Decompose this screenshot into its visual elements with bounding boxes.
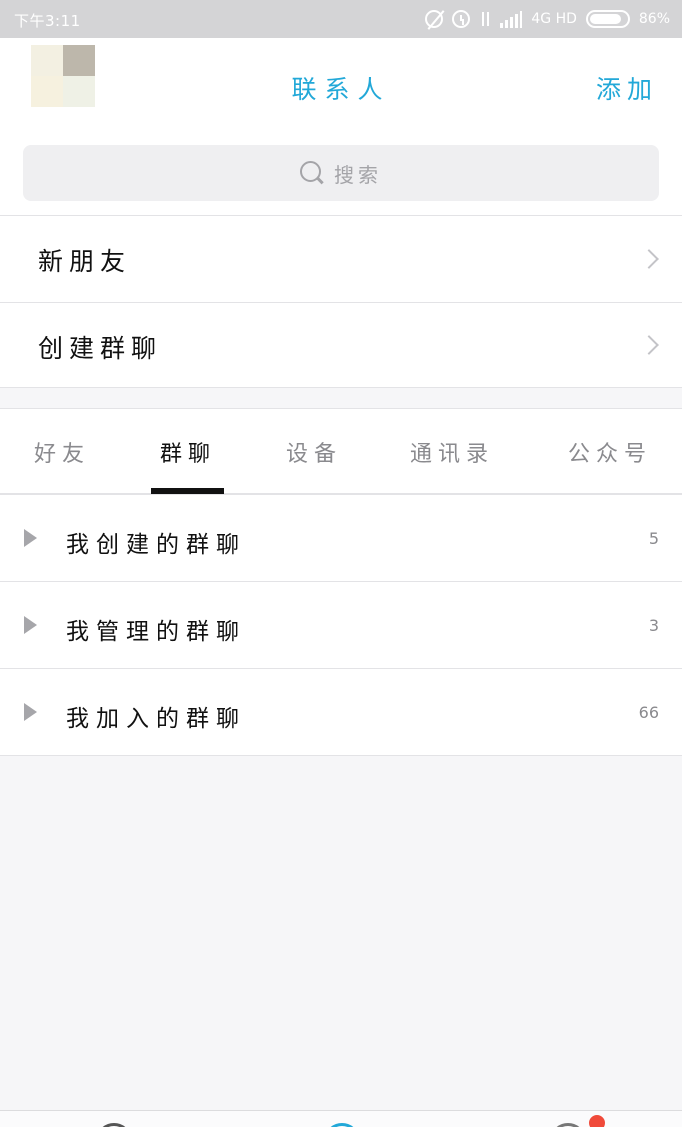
tab-friends[interactable]: 好友 (14, 409, 110, 495)
group-row-count: 5 (648, 529, 659, 548)
status-bar: 下午3:11 4G HD 86% (0, 0, 682, 38)
page-title: 联系人 (291, 75, 391, 104)
search-placeholder: 搜索 (334, 162, 382, 187)
status-icons: 4G HD 86% (425, 9, 670, 29)
tab-official-accounts[interactable]: 公众号 (550, 409, 670, 495)
chevron-right-icon (639, 335, 659, 355)
search-icon (300, 161, 324, 185)
group-row-label: 我创建的群聊 (66, 532, 246, 558)
search-bar[interactable]: 搜索 (23, 145, 659, 201)
notification-badge (589, 1115, 605, 1127)
messages-tab-icon[interactable] (96, 1123, 132, 1127)
tab-group-chats[interactable]: 群聊 (140, 409, 236, 495)
chevron-right-icon (639, 249, 659, 269)
create-group-row[interactable]: 创建群聊 (0, 302, 682, 388)
battery-percent: 86% (638, 11, 670, 27)
group-row-managed[interactable]: 我管理的群聊 3 (0, 581, 682, 668)
new-friends-row[interactable]: 新朋友 (0, 215, 682, 302)
group-row-created[interactable]: 我创建的群聊 5 (0, 494, 682, 581)
tab-devices[interactable]: 设备 (266, 409, 362, 495)
group-row-joined[interactable]: 我加入的群聊 66 (0, 668, 682, 756)
signal-icon (500, 10, 523, 28)
alarm-off-icon (425, 10, 444, 28)
create-group-label: 创建群聊 (38, 334, 163, 363)
data-arrows-icon (479, 10, 491, 28)
contacts-header: 联系人 添加 搜索 (0, 38, 682, 215)
expand-triangle-icon (24, 703, 37, 721)
network-type: 4G HD (531, 11, 577, 27)
add-button[interactable]: 添加 (596, 70, 658, 106)
bottom-nav-bar (0, 1110, 682, 1127)
discover-tab-icon[interactable] (550, 1123, 586, 1127)
group-row-label: 我加入的群聊 (66, 706, 246, 732)
group-row-count: 3 (648, 616, 659, 635)
contact-tabs: 好友 群聊 设备 通讯录 公众号 (0, 408, 682, 494)
group-row-count: 66 (638, 703, 659, 722)
battery-icon (585, 10, 630, 28)
status-time: 下午3:11 (14, 12, 81, 30)
expand-triangle-icon (24, 616, 37, 634)
group-row-label: 我管理的群聊 (66, 619, 246, 645)
new-friends-label: 新朋友 (38, 247, 132, 276)
contacts-tab-icon[interactable] (324, 1123, 360, 1127)
expand-triangle-icon (24, 529, 37, 547)
tab-phone-contacts[interactable]: 通讯录 (392, 409, 512, 495)
alarm-clock-icon (452, 10, 471, 28)
